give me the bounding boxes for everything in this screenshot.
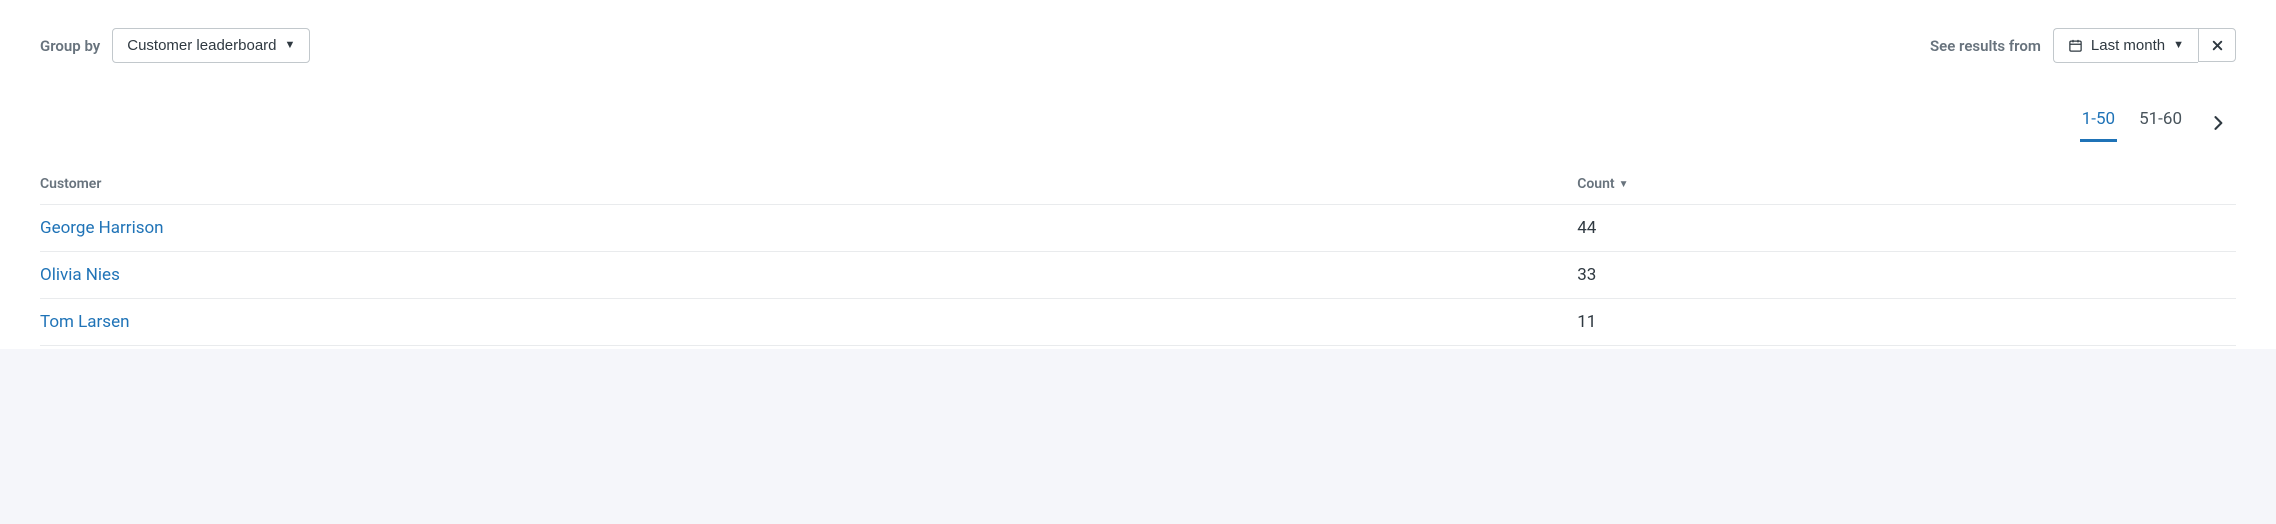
col-header-customer[interactable]: Customer xyxy=(40,166,1577,205)
page-range-1[interactable]: 1-50 xyxy=(2080,103,2117,142)
customer-link[interactable]: George Harrison xyxy=(40,218,164,238)
date-range-dropdown[interactable]: Last month ▼ xyxy=(2053,28,2198,63)
group-by-label: Group by xyxy=(40,37,100,55)
chevron-right-icon xyxy=(2208,113,2228,133)
count-value: 11 xyxy=(1577,299,2236,346)
calendar-icon xyxy=(2068,38,2083,53)
caret-down-icon: ▼ xyxy=(285,38,296,53)
leaderboard-table: Customer Count ▼ George Harrison44Olivia… xyxy=(40,166,2236,346)
count-header-text: Count xyxy=(1577,176,1614,192)
pagination: 1-50 51-60 xyxy=(40,103,2236,142)
table-row: Tom Larsen 11 xyxy=(40,299,2236,346)
close-icon xyxy=(2211,39,2224,52)
group-by-value: Customer leaderboard xyxy=(127,35,276,56)
next-page-button[interactable] xyxy=(2204,109,2232,137)
sort-desc-icon: ▼ xyxy=(1619,179,1629,190)
see-results-label: See results from xyxy=(1930,37,2041,55)
page-range-2[interactable]: 51-60 xyxy=(2137,103,2184,142)
customer-link[interactable]: Tom Larsen xyxy=(40,312,129,332)
customer-link[interactable]: Olivia Nies xyxy=(40,265,120,285)
date-range-value: Last month xyxy=(2091,35,2165,56)
table-row: George Harrison 44 xyxy=(40,205,2236,252)
table-row: Olivia Nies 33 xyxy=(40,252,2236,299)
caret-down-icon: ▼ xyxy=(2173,38,2184,53)
clear-date-button[interactable] xyxy=(2198,28,2236,62)
count-value: 33 xyxy=(1577,252,2236,299)
col-header-count[interactable]: Count ▼ xyxy=(1577,166,2236,205)
group-by-dropdown[interactable]: Customer leaderboard ▼ xyxy=(112,28,310,63)
count-value: 44 xyxy=(1577,205,2236,252)
